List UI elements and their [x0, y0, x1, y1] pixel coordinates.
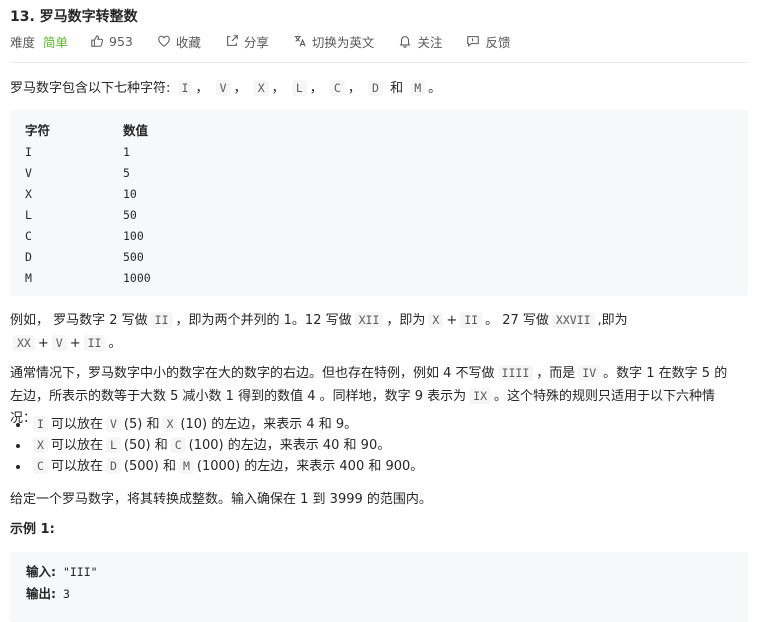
table-row: L 50 [25, 205, 151, 226]
collect-label: 收藏 [175, 34, 201, 50]
example-output-line: 输出: 3 [26, 583, 70, 605]
intro-paragraph: 罗马数字包含以下七种字符: I， V， X， L， C， D 和 M。 [10, 80, 442, 96]
feedback-icon [467, 36, 480, 47]
table-cell: C [25, 229, 32, 243]
inline-code: XXVII [551, 312, 595, 328]
inline-code: II [83, 335, 106, 351]
follow-button[interactable]: 关注 [398, 32, 442, 51]
output-label: 输出: [26, 586, 56, 601]
table-cell: L [25, 208, 32, 222]
table-row: I1 [25, 142, 151, 163]
input-value: "III" [62, 565, 98, 579]
table-row: X 10 [25, 184, 151, 205]
table-cell: V [25, 166, 32, 180]
bell-icon [400, 36, 411, 48]
inline-code: IV [578, 365, 601, 381]
table-cell: 100 [123, 229, 144, 243]
table-cell: 1 [123, 145, 130, 159]
difficulty-badge: 简单 [43, 34, 69, 50]
header-divider [10, 62, 748, 63]
inline-code: IX [469, 388, 492, 404]
char-code: V [215, 80, 231, 96]
inline-code: XX [13, 335, 35, 351]
char-code: M [410, 80, 426, 96]
inline-code: IIII [497, 365, 534, 381]
feedback-button[interactable]: 反馈 [466, 32, 510, 51]
table-cell: D [25, 250, 32, 264]
example-title: 示例 1: [10, 522, 55, 537]
example-code-block: 输入: "III" 输出: 3 [10, 552, 748, 622]
char-code: I [177, 80, 193, 96]
translate-icon [294, 35, 306, 47]
list-item: I可以放在V(5) 和X(10) 的左边，来表示 4 和 9。 [30, 414, 423, 435]
output-value: 3 [62, 587, 70, 601]
table-row: D 500 [25, 247, 151, 268]
inline-code: V [51, 335, 67, 351]
roman-value-table-block: 字符 数值 I1 V5 X 10 L 50 C 100 D 500 M 1000 [10, 110, 748, 296]
table-header: 字符 [25, 123, 51, 138]
inline-code: XII [354, 312, 384, 328]
table-cell: 1000 [123, 271, 151, 285]
inline-code: II [150, 312, 173, 328]
char-code: C [329, 80, 345, 96]
table-cell: 10 [123, 187, 137, 201]
follow-label: 关注 [417, 34, 443, 50]
feedback-label: 反馈 [485, 34, 511, 50]
switch-language-button[interactable]: 切换为英文 [293, 32, 375, 51]
example-input-line: 输入: "III" [26, 561, 98, 583]
switch-language-label: 切换为英文 [311, 34, 375, 50]
task-paragraph: 给定一个罗马数字，将其转换成整数。输入确保在 1 到 3999 的范围内。 [10, 492, 432, 507]
table-cell: 50 [123, 208, 137, 222]
heart-icon [158, 35, 170, 47]
table-header: 数值 [123, 123, 149, 138]
table-cell: 500 [123, 250, 144, 264]
problem-title: 13. 罗马数字转整数 [10, 9, 138, 25]
char-code: L [291, 80, 307, 96]
rule-list: I可以放在V(5) 和X(10) 的左边，来表示 4 和 9。 X可以放在L(5… [10, 414, 423, 477]
table-header-row: 字符 数值 [25, 120, 151, 142]
char-code: D [368, 80, 383, 96]
table-cell: M [25, 271, 32, 285]
example-paragraph: 例如， 罗马数字 2 写做 II ，即为两个并列的 1。12 写做 XII ，即为 X + I… [10, 312, 628, 351]
table-cell: I [25, 145, 32, 159]
share-label: 分享 [243, 34, 269, 50]
like-button[interactable]: 953 [90, 34, 133, 49]
collect-button[interactable]: 收藏 [157, 32, 201, 51]
roman-value-table: 字符 数值 I1 V5 X 10 L 50 C 100 D 500 M 1000 [25, 120, 151, 289]
list-item: X可以放在L(50) 和C(100) 的左边，来表示 40 和 90。 [30, 435, 423, 456]
list-item: C可以放在D(500) 和M(1000) 的左边，来表示 400 和 900。 [30, 456, 423, 477]
table-row: V5 [25, 163, 151, 184]
thumbs-up-icon [91, 35, 104, 47]
input-label: 输入: [26, 564, 56, 579]
difficulty-label: 难度 [10, 34, 36, 50]
table-cell: X [25, 187, 32, 201]
problem-meta-bar: 难度 简单 953 收藏 分享 切换为英文 关注 反馈 [10, 31, 534, 51]
table-row: C 100 [25, 226, 151, 247]
inline-code: II [460, 312, 483, 328]
like-count: 953 [109, 33, 133, 49]
table-cell: 5 [123, 166, 130, 180]
share-icon [227, 35, 238, 46]
inline-code: X [428, 312, 444, 328]
table-row: M 1000 [25, 268, 151, 289]
char-code: X [253, 80, 269, 96]
share-button[interactable]: 分享 [225, 32, 269, 51]
